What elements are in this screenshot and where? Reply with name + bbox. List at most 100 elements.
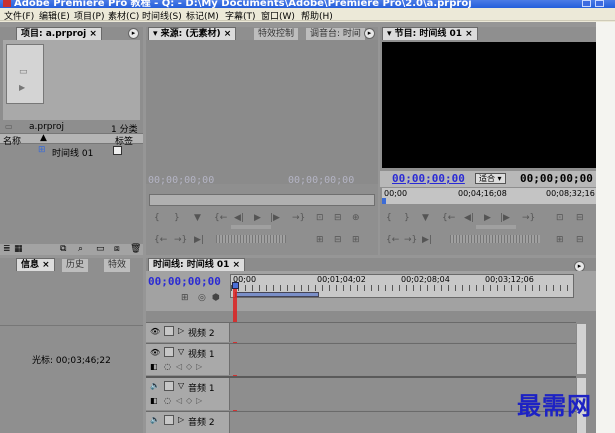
display-style-icon[interactable]: ◧ bbox=[150, 362, 158, 371]
jog-dial[interactable] bbox=[450, 235, 540, 243]
lift-icon[interactable]: ⊡ bbox=[556, 213, 564, 223]
speaker-icon[interactable]: 🔈 bbox=[150, 381, 160, 390]
menu-edit[interactable]: 编辑(E) bbox=[39, 9, 70, 22]
menu-window[interactable]: 窗口(W) bbox=[261, 9, 295, 22]
delete-icon[interactable]: 🗑 bbox=[130, 244, 141, 254]
next-keyframe-icon[interactable]: ▷ bbox=[196, 362, 202, 371]
next-keyframe-icon[interactable]: ▷ bbox=[196, 396, 202, 405]
keyframe-icon[interactable]: ◌ bbox=[164, 396, 171, 405]
jog-icon[interactable]: ▶| bbox=[422, 235, 432, 245]
shuttle-slider[interactable] bbox=[476, 225, 516, 229]
fit-dropdown[interactable]: 适合 ▾ bbox=[475, 173, 506, 184]
lock-toggle[interactable] bbox=[164, 415, 174, 425]
automate-icon[interactable]: ⧉ bbox=[60, 244, 66, 254]
trim-icon[interactable]: ⊟ bbox=[334, 235, 342, 245]
overlay-icon[interactable]: ⊟ bbox=[334, 213, 342, 223]
goto-out-icon[interactable]: →} bbox=[292, 213, 305, 223]
loop-icon[interactable]: →} bbox=[404, 235, 417, 245]
menu-project[interactable]: 项目(P) bbox=[74, 9, 104, 22]
project-list-item[interactable]: ⊞ 时间线 01 bbox=[0, 145, 143, 159]
shuttle-slider[interactable] bbox=[231, 225, 271, 229]
list-view-icon[interactable]: ≣ bbox=[3, 244, 11, 254]
collapse-icon[interactable]: ▽ bbox=[178, 381, 184, 390]
menu-clip[interactable]: 素材(C) bbox=[108, 9, 139, 22]
play-button-icon[interactable]: ▶ bbox=[484, 213, 491, 223]
maximize-button[interactable] bbox=[595, 0, 604, 7]
menu-title[interactable]: 字幕(T) bbox=[225, 9, 256, 22]
play-in-out-icon[interactable]: {← bbox=[386, 235, 399, 245]
loop-icon[interactable]: →} bbox=[174, 235, 187, 245]
step-forward-icon[interactable]: |▶ bbox=[500, 213, 510, 223]
work-area-bar[interactable] bbox=[235, 292, 319, 297]
lock-toggle[interactable] bbox=[164, 381, 174, 391]
set-marker-icon[interactable]: ▼ bbox=[194, 213, 201, 223]
program-playhead[interactable] bbox=[382, 198, 386, 204]
play-icon[interactable]: ▶ bbox=[19, 83, 25, 92]
output-icon[interactable]: ⊞ bbox=[352, 235, 360, 245]
program-timecode-current[interactable]: 00;00;00;00 bbox=[392, 172, 465, 185]
mark-in-icon[interactable]: { bbox=[386, 213, 392, 223]
speaker-icon[interactable]: 🔈 bbox=[150, 415, 160, 424]
expand-icon[interactable]: ▷ bbox=[178, 415, 184, 424]
tab-project[interactable]: 项目: a.prproj × bbox=[16, 27, 102, 40]
tab-program[interactable]: ▾ 节目: 时间线 01 × bbox=[382, 27, 478, 40]
goto-in-icon[interactable]: {← bbox=[442, 213, 455, 223]
eye-icon[interactable]: 👁 bbox=[150, 348, 160, 357]
export-frame-icon[interactable]: ⊞ bbox=[316, 235, 324, 245]
insert-icon[interactable]: ⊡ bbox=[316, 213, 324, 223]
collapse-icon[interactable]: ▽ bbox=[178, 347, 184, 356]
menu-marker[interactable]: 标记(M) bbox=[186, 9, 219, 22]
label-color-box[interactable] bbox=[113, 146, 122, 155]
add-keyframe-icon[interactable]: ◇ bbox=[186, 362, 192, 371]
mark-out-icon[interactable]: } bbox=[404, 213, 410, 223]
program-ruler[interactable]: 00;00 00;04;16;08 00;08;32;16 bbox=[382, 188, 596, 204]
icon-view-icon[interactable]: ▦ bbox=[14, 244, 23, 254]
menu-help[interactable]: 帮助(H) bbox=[301, 9, 333, 22]
expand-icon[interactable]: ▷ bbox=[178, 326, 184, 335]
minimize-button[interactable] bbox=[582, 0, 591, 7]
keyframe-icon[interactable]: ◌ bbox=[164, 362, 171, 371]
jog-dial[interactable] bbox=[216, 235, 286, 243]
export-frame-icon[interactable]: ⊞ bbox=[556, 235, 564, 245]
goto-in-icon[interactable]: {← bbox=[214, 213, 227, 223]
snap-icon[interactable]: ⊞ bbox=[181, 293, 189, 303]
prev-keyframe-icon[interactable]: ◁ bbox=[176, 362, 182, 371]
goto-out-icon[interactable]: →} bbox=[522, 213, 535, 223]
mark-in-icon[interactable]: { bbox=[154, 213, 160, 223]
panel-menu-icon[interactable]: ▸ bbox=[128, 28, 139, 39]
search-icon[interactable]: ▭ bbox=[5, 122, 13, 131]
mark-out-icon[interactable]: } bbox=[174, 213, 180, 223]
tab-info[interactable]: 信息 × bbox=[16, 258, 55, 271]
extract-icon[interactable]: ⊟ bbox=[576, 213, 584, 223]
source-timecode-current[interactable]: 00;00;00;00 bbox=[148, 175, 214, 186]
lock-toggle[interactable] bbox=[164, 347, 174, 357]
panel-menu-icon[interactable]: ▸ bbox=[364, 28, 375, 39]
tab-source[interactable]: ▾ 来源: (无素材) × bbox=[148, 27, 237, 40]
play-button-icon[interactable]: ▶ bbox=[254, 213, 261, 223]
step-back-icon[interactable]: ◀| bbox=[234, 213, 244, 223]
video-scrollbar[interactable] bbox=[576, 324, 586, 374]
playhead-handle[interactable] bbox=[232, 282, 239, 289]
eye-icon[interactable]: 👁 bbox=[150, 327, 160, 336]
source-scrub-bar[interactable] bbox=[149, 194, 375, 206]
menu-sequence[interactable]: 时间线(S) bbox=[142, 9, 182, 22]
prev-keyframe-icon[interactable]: ◁ bbox=[176, 396, 182, 405]
find-icon[interactable]: ⌕ bbox=[78, 244, 83, 254]
timeline-timecode[interactable]: 00;00;00;00 bbox=[148, 275, 221, 288]
waveform-icon[interactable]: ◧ bbox=[150, 396, 158, 405]
set-marker-icon[interactable]: ▼ bbox=[422, 213, 429, 223]
new-bin-icon[interactable]: ▭ bbox=[96, 244, 105, 254]
trim-icon[interactable]: ⊟ bbox=[576, 235, 584, 245]
tab-history[interactable]: 历史 bbox=[62, 259, 89, 272]
add-keyframe-icon[interactable]: ◇ bbox=[186, 396, 192, 405]
safe-margins-icon[interactable]: ⊕ bbox=[352, 213, 360, 223]
sort-up-icon[interactable]: ▲ bbox=[40, 133, 47, 143]
menu-file[interactable]: 文件(F) bbox=[4, 9, 34, 22]
tab-effects[interactable]: 特效 bbox=[104, 259, 131, 272]
new-item-icon[interactable]: ⧈ bbox=[114, 244, 120, 254]
jog-icon[interactable]: ▶| bbox=[194, 235, 204, 245]
step-forward-icon[interactable]: |▶ bbox=[270, 213, 280, 223]
lock-toggle[interactable] bbox=[164, 326, 174, 336]
timeline-ruler[interactable]: 00;00 00;01;04;02 00;02;08;04 00;03;12;0… bbox=[230, 274, 574, 298]
set-encore-marker-icon[interactable]: ⬢ bbox=[212, 293, 220, 303]
